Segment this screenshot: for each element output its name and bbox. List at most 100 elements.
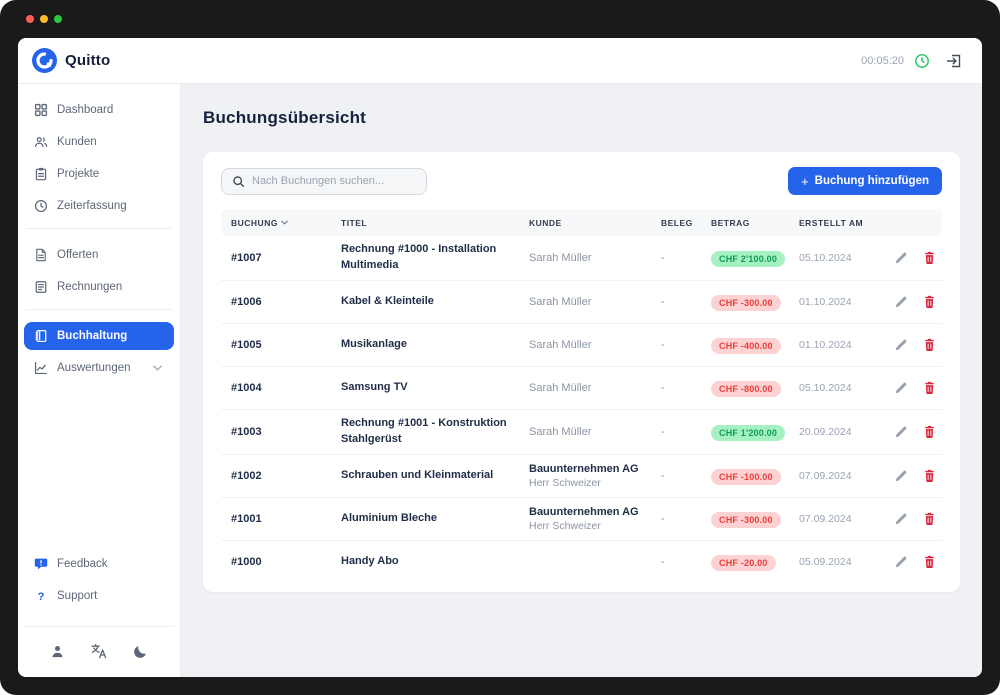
customer-name: Sarah Müller <box>529 382 661 394</box>
booking-title-cell: Handy Abo <box>341 554 529 570</box>
amount-badge: CHF -20.00 <box>711 555 776 571</box>
edit-button[interactable] <box>894 555 908 569</box>
customer-cell: Sarah Müller <box>529 382 661 394</box>
edit-button[interactable] <box>894 338 908 352</box>
zoom-window-button[interactable] <box>54 15 62 23</box>
amount-cell: CHF -300.00 <box>711 510 799 528</box>
delete-trash-icon <box>923 555 936 569</box>
booking-id-cell: #1000 <box>231 556 341 568</box>
quitto-logo-icon <box>32 48 57 73</box>
sidebar-item-kunden[interactable]: Kunden <box>24 128 174 156</box>
sidebar-item-offerten[interactable]: Offerten <box>24 241 174 269</box>
created-date-cell: 05.09.2024 <box>799 556 894 568</box>
customer-company: Bauunternehmen AG <box>529 506 661 518</box>
booking-title-cell: Rechnung #1000 - Installation Multimedia <box>341 242 529 274</box>
edit-button[interactable] <box>894 251 908 265</box>
row-actions <box>894 555 936 569</box>
booking-id-cell: #1002 <box>231 470 341 482</box>
sidebar-item-buchhaltung[interactable]: Buchhaltung <box>24 322 174 350</box>
delete-button[interactable] <box>923 512 936 526</box>
app-window: Quitto 00:05:20 Dashboard Kunden Projekte Z… <box>18 38 982 677</box>
edit-button[interactable] <box>894 512 908 526</box>
edit-button[interactable] <box>894 295 908 309</box>
edit-pencil-icon <box>894 425 908 439</box>
customer-cell: Bauunternehmen AGHerr Schweizer <box>529 506 661 532</box>
edit-pencil-icon <box>894 469 908 483</box>
delete-button[interactable] <box>923 295 936 309</box>
sidebar-item-rechnungen[interactable]: Rechnungen <box>24 273 174 301</box>
table-row: #1005MusikanlageSarah Müller-CHF -400.00… <box>221 324 942 367</box>
column-header-beleg[interactable]: Beleg <box>661 218 711 228</box>
delete-button[interactable] <box>923 425 936 439</box>
sidebar-item-label: Dashboard <box>57 104 113 116</box>
edit-button[interactable] <box>894 425 908 439</box>
sidebar-item-label: Zeiterfassung <box>57 200 127 212</box>
sidebar-divider <box>26 309 172 310</box>
booking-title-cell: Rechnung #1001 - Konstruktion Stahlgerüs… <box>341 416 529 448</box>
receipt-cell: - <box>661 470 711 482</box>
header-right: 00:05:20 <box>861 53 962 69</box>
amount-cell: CHF 1'200.00 <box>711 423 799 441</box>
row-actions <box>894 381 936 395</box>
users-icon <box>33 135 48 149</box>
app-header: Quitto 00:05:20 <box>18 38 982 84</box>
delete-button[interactable] <box>923 469 936 483</box>
sidebar-nav: Dashboard Kunden Projekte Zeiterfassung Offe… <box>24 96 174 386</box>
sidebar-item-projekte[interactable]: Projekte <box>24 160 174 188</box>
delete-trash-icon <box>923 469 936 483</box>
booking-title-cell: Musikanlage <box>341 337 529 353</box>
amount-cell: CHF -800.00 <box>711 379 799 397</box>
amount-badge: CHF -800.00 <box>711 381 781 397</box>
close-window-button[interactable] <box>26 15 34 23</box>
sidebar-item-feedback[interactable]: Feedback <box>24 550 174 578</box>
sidebar-item-auswertungen[interactable]: Auswertungen <box>24 354 174 382</box>
sidebar-item-label: Support <box>57 590 97 602</box>
edit-pencil-icon <box>894 295 908 309</box>
created-date-cell: 05.10.2024 <box>799 252 894 264</box>
feedback-icon <box>33 557 48 571</box>
column-header-kunde[interactable]: Kunde <box>529 218 661 228</box>
amount-badge: CHF -100.00 <box>711 469 781 485</box>
column-header-betrag[interactable]: Betrag <box>711 218 799 228</box>
minimize-window-button[interactable] <box>40 15 48 23</box>
column-header-erstellt-am[interactable]: Erstellt am <box>799 218 894 228</box>
amount-badge: CHF -300.00 <box>711 512 781 528</box>
amount-cell: CHF -400.00 <box>711 336 799 354</box>
timer-clock-icon <box>914 53 930 69</box>
clock-icon <box>33 199 48 213</box>
table-row: #1000Handy Abo -CHF -20.00 05.09.2024 <box>221 541 942 584</box>
delete-button[interactable] <box>923 251 936 265</box>
column-header-buchung[interactable]: Buchung <box>231 218 341 228</box>
delete-button[interactable] <box>923 381 936 395</box>
receipt-cell: - <box>661 556 711 568</box>
delete-button[interactable] <box>923 555 936 569</box>
customer-cell: Bauunternehmen AGHerr Schweizer <box>529 463 661 489</box>
customer-cell: Sarah Müller <box>529 252 661 264</box>
sidebar-item-zeiterfassung[interactable]: Zeiterfassung <box>24 192 174 220</box>
translate-icon[interactable] <box>91 643 107 659</box>
user-icon[interactable] <box>50 643 65 659</box>
sidebar-item-label: Auswertungen <box>57 362 131 374</box>
sidebar-item-dashboard[interactable]: Dashboard <box>24 96 174 124</box>
sidebar-item-support[interactable]: ?Support <box>24 582 174 610</box>
edit-button[interactable] <box>894 381 908 395</box>
delete-trash-icon <box>923 338 936 352</box>
titlebar <box>0 0 1000 38</box>
amount-badge: CHF -400.00 <box>711 338 781 354</box>
brand-name: Quitto <box>65 52 110 69</box>
moon-icon[interactable] <box>133 643 148 659</box>
search-box <box>221 168 427 195</box>
add-booking-button[interactable]: + Buchung hinzufügen <box>788 167 942 195</box>
search-input[interactable] <box>252 175 416 187</box>
offers-icon <box>33 248 48 262</box>
amount-cell: CHF 2'100.00 <box>711 249 799 267</box>
created-date-cell: 07.09.2024 <box>799 470 894 482</box>
logout-icon[interactable] <box>946 53 962 69</box>
edit-button[interactable] <box>894 469 908 483</box>
delete-button[interactable] <box>923 338 936 352</box>
sidebar-footer-icons <box>24 626 174 667</box>
created-date-cell: 01.10.2024 <box>799 296 894 308</box>
column-header-titel[interactable]: Titel <box>341 218 529 228</box>
receipt-cell: - <box>661 426 711 438</box>
ledger-icon <box>33 329 48 343</box>
